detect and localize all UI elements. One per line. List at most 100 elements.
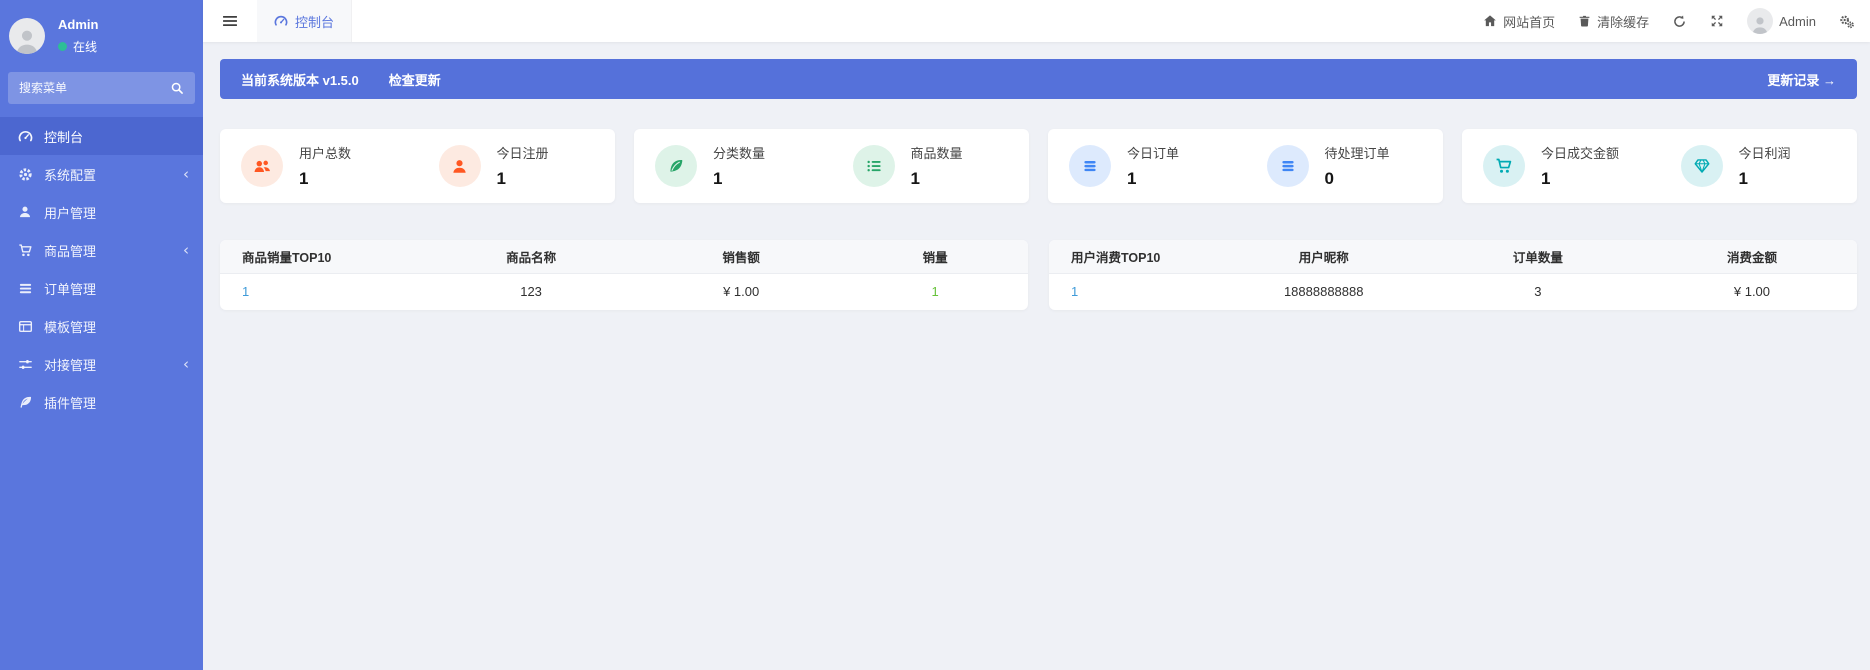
column-header: 订单数量 — [1428, 240, 1647, 274]
table-header-row: 用户消费TOP10 用户昵称 订单数量 消费金额 — [1049, 240, 1857, 274]
sidebar-item-order-management[interactable]: 订单管理 — [0, 269, 203, 307]
column-header: 销量 — [842, 240, 1028, 274]
stat-label: 今日订单 — [1127, 146, 1180, 161]
home-icon — [1483, 14, 1497, 28]
list-icon — [17, 280, 33, 296]
column-header: 销售额 — [640, 240, 843, 274]
stat-value: 1 — [910, 169, 920, 188]
stat-today-profit: 今日利润 1 — [1660, 129, 1858, 203]
user-spend-table: 用户消费TOP10 用户昵称 订单数量 消费金额 1 18888888888 3… — [1049, 240, 1857, 310]
clear-cache-button[interactable]: 清除缓存 — [1578, 12, 1649, 31]
stat-category-count: 分类数量 1 — [634, 129, 832, 203]
stat-value: 1 — [1541, 169, 1551, 188]
sidebar-item-label: 控制台 — [44, 129, 84, 145]
stat-card-orders: 今日订单 1 待处理订单 0 — [1048, 129, 1443, 203]
sidebar-item-label: 模板管理 — [44, 319, 97, 335]
check-update-link[interactable]: 检查更新 — [389, 70, 441, 89]
sidebar-item-label: 插件管理 — [44, 395, 97, 411]
stat-label: 用户总数 — [299, 146, 352, 161]
table-header-row: 商品销量TOP10 商品名称 销售额 销量 — [220, 240, 1028, 274]
user-menu[interactable]: Admin — [1747, 8, 1816, 34]
sidebar-item-plugin-management[interactable]: 插件管理 — [0, 383, 203, 421]
feather-icon — [17, 394, 33, 410]
profile-name: Admin — [58, 17, 99, 32]
clear-cache-label: 清除缓存 — [1597, 14, 1650, 30]
stat-value: 1 — [496, 169, 506, 188]
changelog-link[interactable]: 更新记录 → — [1767, 70, 1836, 89]
hamburger-icon[interactable] — [203, 13, 257, 29]
top10-tables: 商品销量TOP10 商品名称 销售额 销量 1 123 ¥ 1.00 1 用户消… — [220, 240, 1857, 310]
menu-search — [8, 72, 195, 104]
gear-icon — [17, 166, 33, 182]
stat-label: 分类数量 — [713, 146, 766, 161]
search-icon[interactable] — [170, 81, 184, 95]
refresh-icon[interactable] — [1672, 14, 1687, 29]
content: 当前系统版本 v1.5.0 检查更新 更新记录 → 用户总数 1 今日注册 1 … — [203, 42, 1870, 670]
site-home-label: 网站首页 — [1503, 14, 1556, 30]
sales-qty-cell: 1 — [931, 284, 939, 300]
tachometer-icon — [274, 14, 288, 28]
sidebar-item-template-management[interactable]: 模板管理 — [0, 307, 203, 345]
sidebar-item-product-management[interactable]: 商品管理 ‹ — [0, 231, 203, 269]
stat-value: 1 — [1127, 169, 1137, 188]
leaf-icon — [655, 145, 697, 187]
user-spend-top10-panel: 用户消费TOP10 用户昵称 订单数量 消费金额 1 18888888888 3… — [1049, 240, 1857, 310]
stat-label: 商品数量 — [910, 146, 963, 161]
online-dot-icon — [58, 42, 67, 51]
cart-icon — [1483, 145, 1525, 187]
stat-label: 今日成交金额 — [1541, 146, 1620, 161]
sidebar-menu: 控制台 系统配置 ‹ 用户管理 商品管理 ‹ 订单管理 模板管理 对接管理 ‹ … — [0, 117, 203, 421]
spend-amount-cell: ¥ 1.00 — [1733, 284, 1771, 300]
stat-card-revenue: 今日成交金额 1 今日利润 1 — [1462, 129, 1857, 203]
cart-icon — [17, 242, 33, 258]
username-label: Admin — [1779, 13, 1816, 29]
chevron-left-icon: ‹ — [183, 164, 189, 183]
stat-cards: 用户总数 1 今日注册 1 分类数量 1 商品数量 1 今日订单 1 待处理订单… — [220, 129, 1857, 203]
stat-today-registered: 今日注册 1 — [418, 129, 616, 203]
column-header: 商品销量TOP10 — [220, 240, 422, 274]
fullscreen-icon[interactable] — [1710, 14, 1724, 28]
column-header: 消费金额 — [1646, 240, 1857, 274]
stat-card-users: 用户总数 1 今日注册 1 — [220, 129, 615, 203]
users-icon — [241, 145, 283, 187]
status-label: 在线 — [73, 40, 98, 54]
stat-total-users: 用户总数 1 — [220, 129, 418, 203]
profile-status: 在线 — [58, 38, 98, 55]
sidebar-item-label: 订单管理 — [44, 281, 97, 297]
search-input[interactable] — [19, 81, 170, 95]
chevron-left-icon: ‹ — [183, 240, 189, 259]
product-name-cell: 123 — [520, 284, 542, 300]
topbar: 控制台 网站首页 清除缓存 Admin — [203, 0, 1870, 42]
order-count-cell: 3 — [1534, 284, 1542, 300]
trash-icon — [1578, 14, 1591, 28]
list-check-icon — [852, 145, 895, 187]
main-area: 控制台 网站首页 清除缓存 Admin 当前系统版本 v1.5.0 检查更新 更… — [203, 0, 1870, 670]
sidebar-item-system-config[interactable]: 系统配置 ‹ — [0, 155, 203, 193]
tachometer-icon — [17, 128, 33, 144]
sales-amount-cell: ¥ 1.00 — [723, 284, 760, 300]
cogs-icon[interactable] — [1839, 14, 1855, 29]
template-icon — [17, 318, 33, 334]
sidebar-item-label: 对接管理 — [44, 357, 97, 373]
stat-today-orders: 今日订单 1 — [1048, 129, 1246, 203]
gem-icon — [1680, 145, 1723, 187]
topbar-right: 网站首页 清除缓存 Admin — [1483, 8, 1870, 34]
stat-label: 待处理订单 — [1324, 146, 1390, 161]
stat-value: 1 — [1738, 169, 1748, 188]
sidebar-item-label: 用户管理 — [44, 205, 97, 221]
sidebar-item-dashboard[interactable]: 控制台 — [0, 117, 203, 155]
user-icon — [438, 145, 481, 187]
product-sales-table: 商品销量TOP10 商品名称 销售额 销量 1 123 ¥ 1.00 1 — [220, 240, 1028, 310]
stat-today-revenue: 今日成交金额 1 — [1462, 129, 1660, 203]
tab-dashboard[interactable]: 控制台 — [257, 0, 353, 42]
stat-value: 1 — [299, 169, 309, 188]
sidebar-item-user-management[interactable]: 用户管理 — [0, 193, 203, 231]
rank-cell: 1 — [242, 284, 250, 300]
sidebar-item-integration-management[interactable]: 对接管理 ‹ — [0, 345, 203, 383]
version-banner: 当前系统版本 v1.5.0 检查更新 更新记录 → — [220, 59, 1857, 99]
sidebar-item-label: 商品管理 — [44, 243, 97, 259]
stat-pending-orders: 待处理订单 0 — [1246, 129, 1444, 203]
sidebar: Admin 在线 控制台 系统配置 ‹ — [0, 0, 203, 670]
site-home-link[interactable]: 网站首页 — [1483, 12, 1555, 31]
column-header: 用户昵称 — [1218, 240, 1429, 274]
